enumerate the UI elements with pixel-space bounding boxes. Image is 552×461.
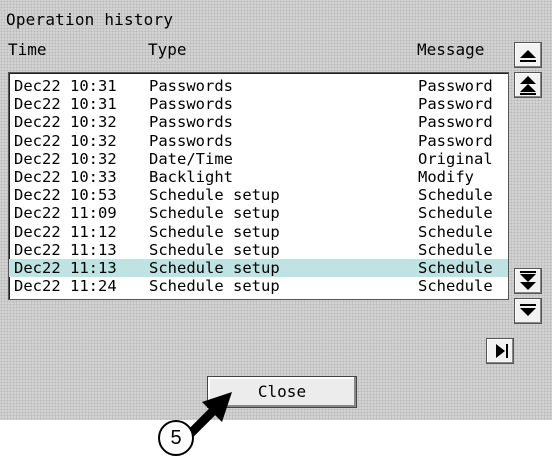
history-row[interactable]: Dec22 10:31 Passwords Password (9, 77, 508, 95)
row-time: Dec22 10:32 (14, 131, 117, 150)
row-message: Schedule (418, 259, 493, 277)
row-time: Dec22 11:13 (14, 240, 117, 259)
operation-history-panel: Operation history Time Type Message Dec2… (0, 0, 552, 420)
row-time: Dec22 10:31 (14, 77, 117, 95)
arrow-right-icon (496, 344, 508, 358)
window-title: Operation history (6, 10, 174, 29)
row-type: Date/Time (149, 149, 233, 168)
double-arrow-down-icon (520, 271, 536, 290)
row-type: Passwords (149, 131, 233, 150)
row-time: Dec22 10:53 (14, 186, 117, 205)
double-arrow-up-icon (520, 76, 536, 95)
history-row[interactable]: Dec22 11:12 Schedule setup Schedule (9, 223, 508, 241)
history-row[interactable]: Dec22 10:32 Passwords Password (9, 113, 508, 131)
row-time: Dec22 10:32 (14, 149, 117, 168)
row-type: Passwords (149, 113, 233, 132)
column-header-time: Time (8, 40, 47, 59)
history-row[interactable]: Dec22 11:13 Schedule setup Schedule (9, 259, 508, 277)
arrow-up-icon (520, 50, 536, 62)
row-message: Original (418, 149, 493, 168)
scroll-bottom-button[interactable] (514, 268, 542, 294)
row-time: Dec22 10:32 (14, 113, 117, 132)
row-time: Dec22 11:13 (14, 259, 117, 277)
row-time: Dec22 11:12 (14, 222, 117, 241)
row-type: Schedule setup (149, 186, 280, 205)
row-message: Password (418, 95, 493, 114)
row-type: Schedule setup (149, 259, 280, 277)
scroll-top-button[interactable] (514, 72, 542, 98)
row-message: Schedule (418, 240, 493, 259)
row-message: Password (418, 113, 493, 132)
row-message: Modify (418, 168, 474, 186)
row-type: Schedule setup (149, 222, 280, 241)
history-row[interactable]: Dec22 10:32 Passwords Password (9, 132, 508, 150)
scroll-right-button[interactable] (486, 338, 514, 364)
row-time: Dec22 11:24 (14, 277, 117, 296)
row-time: Dec22 11:09 (14, 204, 117, 223)
callout-number: 5 (170, 427, 182, 449)
scroll-down-button[interactable] (514, 298, 542, 324)
arrow-down-icon (520, 304, 536, 316)
row-time: Dec22 10:33 (14, 168, 117, 186)
history-row[interactable]: Dec22 10:33 Backlight Modify (9, 168, 508, 186)
history-row[interactable]: Dec22 10:32 Date/Time Original (9, 150, 508, 168)
history-row[interactable]: Dec22 10:31 Passwords Password (9, 95, 508, 113)
row-type: Schedule setup (149, 204, 280, 223)
row-type: Schedule setup (149, 277, 280, 296)
row-type: Passwords (149, 95, 233, 114)
history-row[interactable]: Dec22 11:09 Schedule setup Schedule (9, 204, 508, 222)
history-list[interactable]: Dec22 10:31 Passwords Password Dec22 10:31 P… (8, 72, 509, 300)
column-header-message: Message (417, 40, 485, 59)
row-message: Schedule (418, 222, 493, 241)
history-row[interactable]: Dec22 11:24 Schedule setup Schedule (9, 277, 508, 295)
row-type: Passwords (149, 77, 233, 95)
row-message: Schedule (418, 186, 493, 205)
row-type: Backlight (149, 168, 233, 186)
scroll-up-button[interactable] (514, 42, 542, 68)
row-time: Dec22 10:31 (14, 95, 117, 114)
row-message: Schedule (418, 277, 493, 296)
row-message: Schedule (418, 204, 493, 223)
column-header-type: Type (148, 40, 187, 59)
row-type: Schedule setup (149, 240, 280, 259)
history-row[interactable]: Dec22 10:53 Schedule setup Schedule (9, 186, 508, 204)
row-message: Password (418, 77, 493, 95)
history-row[interactable]: Dec22 11:13 Schedule setup Schedule (9, 241, 508, 259)
row-message: Password (418, 131, 493, 150)
